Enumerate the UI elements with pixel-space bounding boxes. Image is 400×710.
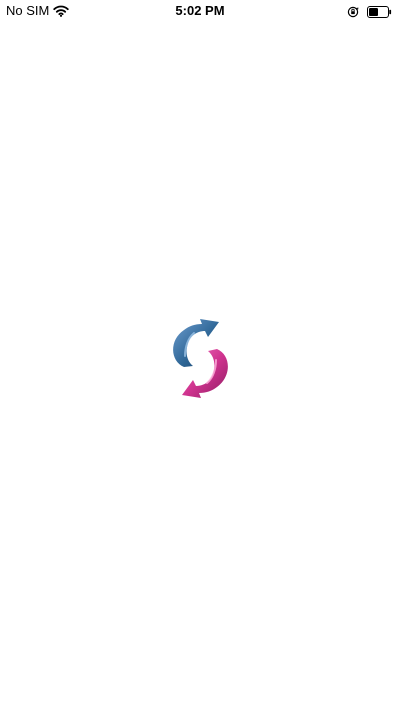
battery-icon <box>367 5 392 18</box>
status-bar: No SIM 5:02 PM <box>0 0 400 22</box>
status-right-icons <box>347 3 392 19</box>
orientation-lock-icon <box>347 5 359 18</box>
blue-arrow <box>173 319 219 367</box>
refresh-arrows-icon <box>166 318 236 400</box>
battery-fill <box>369 8 378 16</box>
status-time: 5:02 PM <box>175 3 225 18</box>
magenta-arrow <box>182 349 228 398</box>
